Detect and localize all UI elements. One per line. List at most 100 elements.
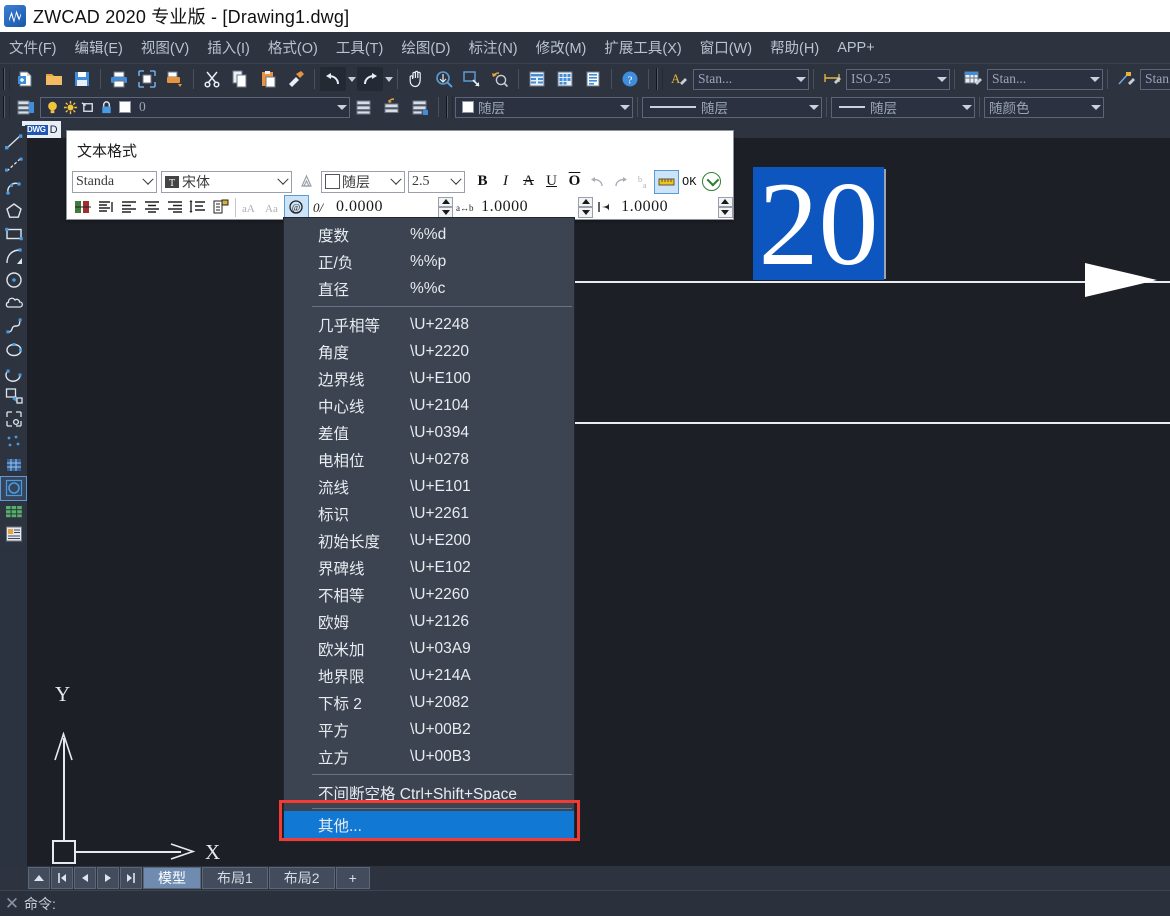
ruler-icon[interactable] bbox=[655, 171, 678, 193]
chevron-down-icon[interactable] bbox=[1087, 77, 1102, 82]
ellipse-arc-icon[interactable] bbox=[1, 361, 26, 384]
previous-layer-icon[interactable] bbox=[379, 95, 405, 119]
menu-item-file[interactable]: 文件(F) bbox=[0, 33, 66, 62]
tracking-icon[interactable]: a↔b bbox=[453, 196, 476, 218]
undo-dropdown-icon[interactable] bbox=[348, 77, 356, 82]
prev-layout-icon[interactable] bbox=[74, 867, 96, 889]
symbol-menu-item-cubed[interactable]: 立方 \U+00B3 bbox=[284, 743, 574, 770]
lineweight-combo[interactable]: 随层 bbox=[831, 97, 975, 118]
symbol-menu-item-diameter[interactable]: 直径 %%c bbox=[284, 275, 574, 302]
multiline-justify-icon[interactable] bbox=[94, 196, 117, 218]
chevron-down-icon[interactable] bbox=[275, 178, 291, 186]
symbol-menu-item-flow-line[interactable]: 流线 \U+E101 bbox=[284, 473, 574, 500]
menu-item-window[interactable]: 窗口(W) bbox=[691, 33, 761, 62]
print-icon[interactable] bbox=[106, 67, 132, 91]
symbol-menu-item-degree[interactable]: 度数 %%d bbox=[284, 221, 574, 248]
line-spacing-icon[interactable] bbox=[186, 196, 209, 218]
align-right-icon[interactable] bbox=[163, 196, 186, 218]
text-color-swatch[interactable] bbox=[325, 174, 340, 189]
symbol-menu-item-property-line[interactable]: 地界限 \U+214A bbox=[284, 662, 574, 689]
chevron-down-icon[interactable] bbox=[140, 178, 156, 186]
columns-icon[interactable] bbox=[71, 196, 94, 218]
chevron-down-icon[interactable] bbox=[793, 77, 808, 82]
chevron-down-icon[interactable] bbox=[334, 105, 349, 110]
undo-icon[interactable] bbox=[320, 67, 346, 91]
text-format-palette[interactable]: 文本格式 Standa T 宋体 随层 2.5 bbox=[66, 130, 734, 220]
symbol-menu-item-electrical-phase[interactable]: 电相位 \U+0278 bbox=[284, 446, 574, 473]
width-factor-value[interactable]: 1.0000 bbox=[616, 198, 715, 216]
print-preview-icon[interactable] bbox=[134, 67, 160, 91]
redo-dropdown-icon[interactable] bbox=[385, 77, 393, 82]
save-icon[interactable] bbox=[69, 67, 95, 91]
symbol-menu-item-almost-equal[interactable]: 几乎相等 \U+2248 bbox=[284, 311, 574, 338]
annotative-icon[interactable] bbox=[295, 171, 318, 193]
stack-icon[interactable]: ba bbox=[632, 171, 655, 193]
zoom-window-icon[interactable] bbox=[459, 67, 485, 91]
polygon-icon[interactable] bbox=[1, 199, 26, 222]
menu-item-insert[interactable]: 插入(I) bbox=[198, 33, 259, 62]
undo-icon[interactable] bbox=[586, 171, 609, 193]
multiline-text-icon[interactable] bbox=[1, 523, 26, 546]
layout-tab-model[interactable]: 模型 bbox=[143, 867, 201, 889]
symbol-dropdown-menu[interactable]: 度数 %%d 正/负 %%p 直径 %%c 几乎相等 \U+2248 角度 \U… bbox=[283, 217, 575, 842]
arc-3point-icon[interactable] bbox=[1, 176, 26, 199]
symbol-menu-item-monument-line[interactable]: 界碑线 \U+E102 bbox=[284, 554, 574, 581]
table-style-icon[interactable] bbox=[960, 67, 986, 91]
match-properties-icon[interactable] bbox=[283, 67, 309, 91]
drawing-canvas[interactable]: 20 Y X bbox=[27, 138, 1170, 866]
chevron-down-icon[interactable] bbox=[448, 178, 464, 186]
menu-item-help[interactable]: 帮助(H) bbox=[761, 33, 828, 62]
help-icon[interactable]: ? bbox=[617, 67, 643, 91]
layer-color-swatch[interactable] bbox=[119, 101, 131, 113]
multileader-style-icon[interactable] bbox=[1113, 67, 1139, 91]
close-icon[interactable]: ✕ bbox=[0, 891, 24, 916]
last-layout-icon[interactable] bbox=[120, 867, 142, 889]
redo-icon[interactable] bbox=[609, 171, 632, 193]
bulb-on-icon[interactable] bbox=[45, 100, 60, 115]
expand-chevron-icon[interactable] bbox=[702, 172, 721, 191]
underline-button[interactable]: U bbox=[540, 171, 563, 193]
font-select[interactable]: T 宋体 bbox=[161, 171, 292, 193]
bold-button[interactable]: B bbox=[471, 171, 494, 193]
toolbar-grip[interactable] bbox=[3, 96, 10, 118]
ellipse-icon[interactable] bbox=[1, 338, 26, 361]
layout-tab-layout1[interactable]: 布局1 bbox=[202, 867, 268, 889]
oblique-angle-value[interactable]: 0.0000 bbox=[331, 198, 435, 216]
symbol-menu-item-boundary-line[interactable]: 边界线 \U+E100 bbox=[284, 365, 574, 392]
table-style-combo[interactable]: Stan... bbox=[987, 69, 1103, 90]
style-toolbar-grip[interactable] bbox=[656, 68, 663, 90]
chevron-down-icon[interactable] bbox=[1088, 105, 1103, 110]
line-icon[interactable] bbox=[1, 130, 26, 153]
rectangle-icon[interactable] bbox=[1, 222, 26, 245]
menu-item-format[interactable]: 格式(O) bbox=[259, 33, 327, 62]
chevron-down-icon[interactable] bbox=[959, 105, 974, 110]
first-layout-icon[interactable] bbox=[51, 867, 73, 889]
collapse-up-icon[interactable] bbox=[28, 867, 50, 889]
symbol-menu-item-nonbreaking-space[interactable]: 不间断空格 Ctrl+Shift+Space bbox=[284, 779, 574, 806]
overline-button[interactable]: O bbox=[563, 171, 586, 193]
width-spinner[interactable] bbox=[718, 197, 733, 218]
align-left-icon[interactable] bbox=[117, 196, 140, 218]
zoom-previous-icon[interactable] bbox=[487, 67, 513, 91]
width-factor-icon[interactable] bbox=[593, 196, 616, 218]
object-color-combo[interactable]: 随层 bbox=[455, 97, 633, 118]
lock-icon[interactable] bbox=[99, 100, 114, 115]
spline-icon[interactable] bbox=[1, 315, 26, 338]
text-color-select[interactable]: 随层 bbox=[321, 171, 405, 193]
document-tab-drawing1[interactable]: DWG D bbox=[22, 121, 61, 138]
table-icon[interactable] bbox=[1, 500, 26, 523]
design-center-icon[interactable] bbox=[552, 67, 578, 91]
insert-block-icon[interactable] bbox=[1, 384, 26, 407]
make-block-icon[interactable] bbox=[1, 407, 26, 430]
symbol-menu-item-delta[interactable]: 差值 \U+0394 bbox=[284, 419, 574, 446]
symbol-menu-item-other[interactable]: 其他... bbox=[284, 811, 574, 838]
text-style-icon[interactable]: A bbox=[666, 67, 692, 91]
plotstyle-combo[interactable]: 随颜色 bbox=[984, 97, 1104, 118]
freeze-vp-icon[interactable] bbox=[81, 100, 96, 115]
construction-line-icon[interactable] bbox=[1, 153, 26, 176]
redo-icon[interactable] bbox=[357, 67, 383, 91]
match-layer-icon[interactable] bbox=[407, 95, 433, 119]
chevron-down-icon[interactable] bbox=[617, 105, 632, 110]
menu-item-express[interactable]: 扩展工具(X) bbox=[595, 33, 690, 62]
paste-icon[interactable] bbox=[255, 67, 281, 91]
